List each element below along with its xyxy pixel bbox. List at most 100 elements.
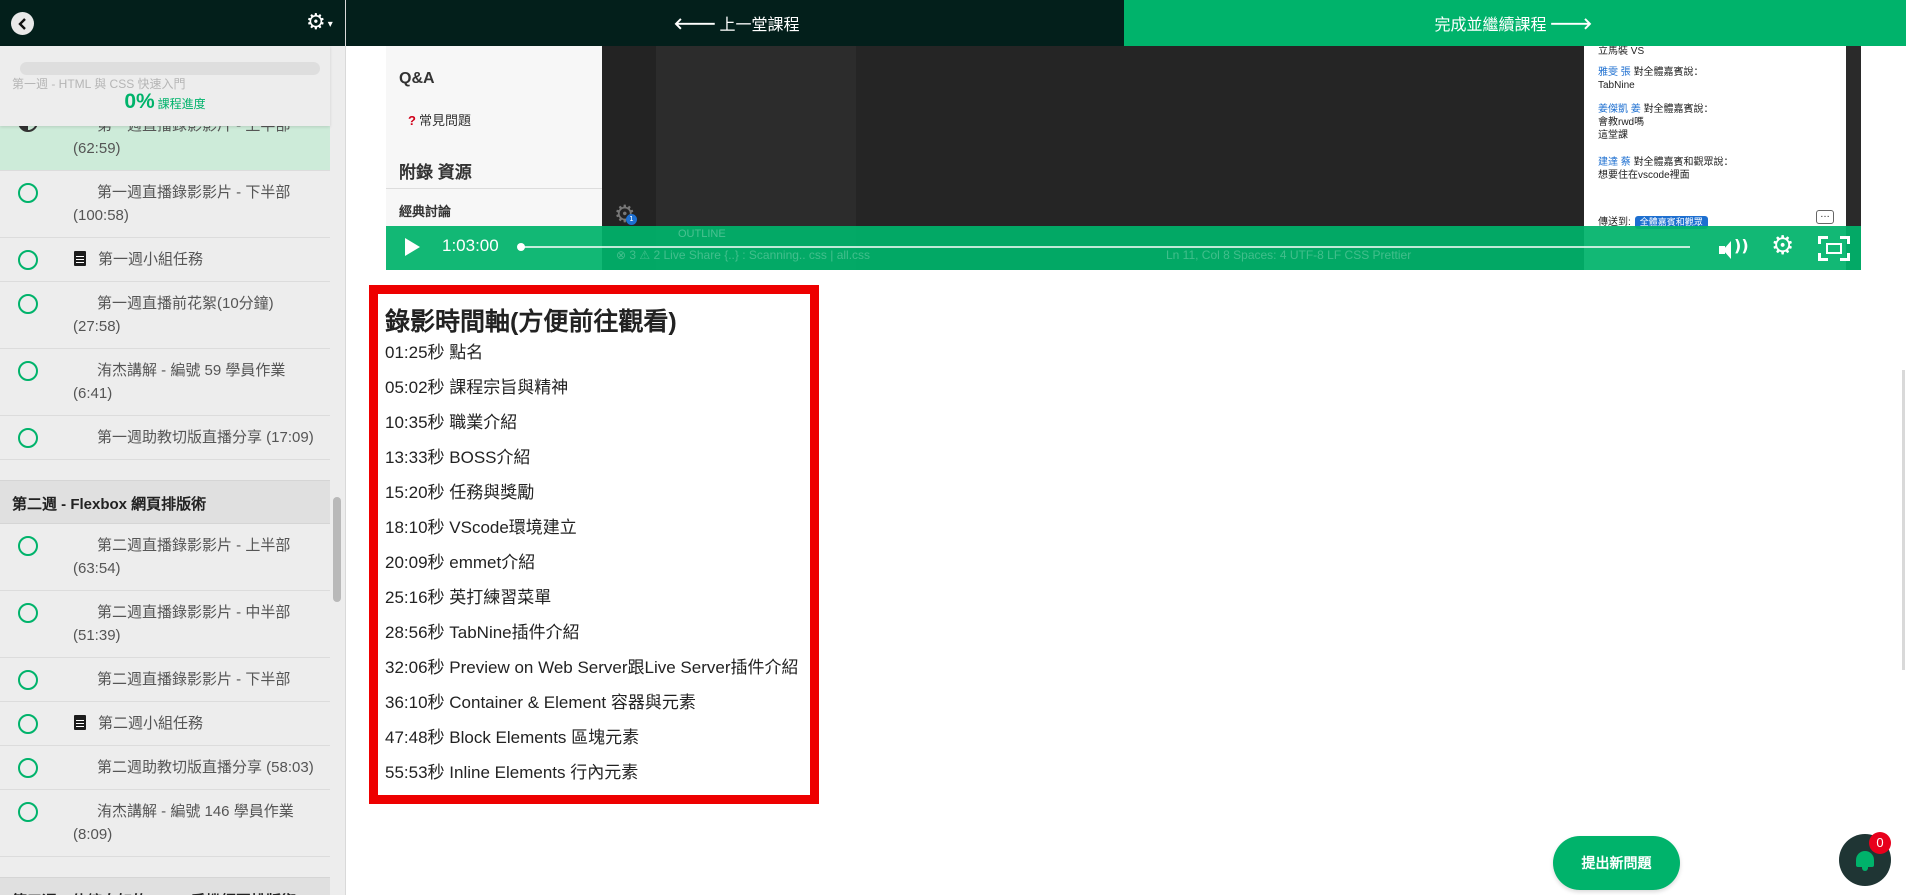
chevron-left-icon [17, 17, 26, 30]
lesson-item[interactable]: 第一週助教切版直播分享 (17:09) [0, 416, 330, 460]
chat-suffix: 對全體嘉賓和觀眾說： [1633, 157, 1734, 168]
incomplete-circle-icon [18, 603, 38, 623]
lesson-item[interactable]: 洧杰講解 - 編號 146 學員作業 (8:09) [0, 790, 330, 857]
timeline-entry: 55:53秒 Inline Elements 行內元素 [385, 763, 639, 782]
timeline-entry: 25:16秒 英打練習菜單 [385, 588, 552, 607]
previous-lesson-button[interactable]: 🡐 上一堂課程 [346, 0, 1124, 46]
incomplete-circle-icon [18, 758, 38, 778]
timeline-entry: 10:35秒 職業介紹 [385, 413, 518, 432]
course-progress: 第一週 - HTML 與 CSS 快速入門 0% 課程進度 [0, 46, 330, 126]
chat-message: 立馬裝 VS [1598, 46, 1644, 58]
video-settings-button[interactable]: ⚙ [1771, 233, 1794, 259]
video-frame-statusbar-left: ⊗ 3 ⚠ 2 Live Share {..} : Scanning.. css… [616, 248, 871, 262]
page-scrollbar[interactable] [1902, 370, 1905, 670]
lesson-item[interactable]: 第二週小組任務 [0, 702, 330, 746]
timeline-entry: 13:33秒 BOSS介紹 [385, 448, 531, 467]
video-frame-statusbar-right: Ln 11, Col 8 Spaces: 4 UTF-8 LF CSS Pret… [1166, 248, 1412, 262]
video-frame-qa-heading: Q&A [399, 70, 435, 87]
timeline-entry: 28:56秒 TabNine插件介紹 [385, 623, 580, 642]
progress-bar [20, 62, 320, 75]
sidebar-scrollbar[interactable] [333, 497, 341, 602]
lesson-item[interactable]: 第一週直播前花絮(10分鐘) (27:58) [0, 282, 330, 349]
lesson-item[interactable]: 第二週直播錄影影片 - 上半部 (63:54) [0, 524, 330, 591]
play-button[interactable] [405, 238, 420, 256]
fullscreen-corner [1818, 253, 1828, 261]
video-frame-classic-heading: 經典討論 [399, 204, 452, 219]
timeline-entry: 32:06秒 Preview on Web Server跟Live Server… [385, 658, 799, 677]
course-sidebar: ⚙▾ 第一週 - HTML 與 CSS 快速入門 0%課程進度 第一週直播錄影影… [0, 0, 346, 895]
lesson-item[interactable]: 第二週助教切版直播分享 (58:03) [0, 746, 330, 790]
video-player[interactable]: Q&A ? 常見問題 附錄 資源 經典討論 ⚙ 1 立馬裝 VS 雅雯 張 對全體嘉… [386, 46, 1861, 270]
complete-and-continue-button[interactable]: 完成並繼續課程 🡒 [1124, 0, 1906, 46]
chat-message: 雅雯 張 對全體嘉賓說： TabNine [1598, 66, 1704, 92]
video-controls: OUTLINE ⊗ 3 ⚠ 2 Live Share {..} : Scanni… [386, 226, 1861, 270]
back-button[interactable] [11, 12, 34, 35]
chat-text: 立馬裝 VS [1598, 46, 1645, 57]
chat-text: TabNine [1598, 80, 1635, 91]
gear-icon: ⚙ [1771, 231, 1795, 261]
lesson-item[interactable]: 第二週直播錄影影片 - 中半部 (51:39) [0, 591, 330, 658]
settings-dropdown-button[interactable]: ⚙ ▾ [306, 12, 333, 38]
lesson-item[interactable]: 洧杰講解 - 編號 59 學員作業 (6:41) [0, 349, 330, 416]
incomplete-circle-icon [18, 361, 38, 381]
lesson-title: 第一週直播前花絮(10分鐘) (27:58) [73, 295, 274, 335]
caret-down-icon: ▾ [327, 19, 333, 30]
gear-icon: ⚙ [306, 10, 326, 35]
chat-message: 姜傑凱 姜 對全體嘉賓說： 會教rwd嗎 這堂課 [1598, 103, 1714, 142]
chat-text: 想要住在vscode裡面 [1598, 170, 1690, 181]
lesson-title: 第一週直播錄影影片 - 下半部 (100:58) [73, 184, 291, 224]
video-frame-faq-label: 常見問題 [418, 113, 471, 128]
seek-handle[interactable] [517, 243, 525, 251]
incomplete-circle-icon [18, 714, 38, 734]
video-time: 1:03:00 [442, 236, 499, 255]
lesson-item[interactable]: 第一週直播錄影影片 - 下半部 (100:58) [0, 171, 330, 238]
timeline-entry: 18:10秒 VScode環境建立 [385, 518, 577, 537]
lesson-title: 第一週小組任務 [98, 251, 204, 268]
fullscreen-button[interactable] [1818, 236, 1850, 261]
timeline-entry: 36:10秒 Container & Element 容器與元素 [385, 693, 696, 712]
progress-label: 課程進度 [157, 97, 206, 111]
chat-message: 建達 蔡 對全體嘉賓和觀眾說： 想要住在vscode裡面 [1598, 156, 1734, 182]
lesson-title: 第二週直播錄影影片 - 下半部 [97, 671, 291, 688]
arrow-right-icon: 🡒 [1549, 15, 1593, 33]
timeline-list: 01:25秒 點名 05:02秒 課程宗旨與精神 10:35秒 職業介紹 13:… [385, 343, 810, 798]
lesson-list: 第一週直播錄影影片 - 上半部 (62:59) 第一週直播錄影影片 - 下半部 … [0, 100, 330, 895]
fullscreen-icon [1826, 243, 1842, 254]
fullscreen-corner [1840, 253, 1850, 261]
seek-bar[interactable] [520, 246, 1690, 248]
ask-question-button[interactable]: 提出新問題 [1553, 836, 1680, 890]
bell-icon [1856, 851, 1874, 871]
volume-button[interactable]: )) [1719, 235, 1749, 259]
timeline-entry: 15:20秒 任務與獎勵 [385, 483, 535, 502]
previous-lesson-label: 上一堂課程 [719, 17, 800, 34]
incomplete-circle-icon [18, 250, 38, 270]
lesson-item[interactable]: 第二週直播錄影影片 - 下半部 [0, 658, 330, 702]
section-spacer [0, 857, 330, 877]
lesson-navigation: 🡐 上一堂課程 完成並繼續課程 🡒 [346, 0, 1906, 46]
lesson-item[interactable]: 第一週小組任務 [0, 238, 330, 282]
timeline-entry: 20:09秒 emmet介紹 [385, 553, 536, 572]
chat-text: 會教rwd嗎 這堂課 [1598, 117, 1645, 141]
notification-count-badge: 0 [1869, 832, 1891, 854]
section-title-week2[interactable]: 第二週 - Flexbox 網頁排版術 [0, 480, 330, 524]
chat-sender: 姜傑凱 姜 [1598, 104, 1641, 115]
more-icon: … [1816, 210, 1834, 224]
lesson-title: 第二週直播錄影影片 - 上半部 (63:54) [73, 537, 291, 577]
chat-suffix: 對全體嘉賓說： [1633, 67, 1704, 78]
question-mark-icon: ? [408, 113, 416, 128]
section-spacer [0, 460, 330, 480]
timeline-title: 錄影時間軸(方便前往觀看) [385, 308, 677, 336]
incomplete-circle-icon [18, 802, 38, 822]
notification-button[interactable]: 0 [1839, 832, 1891, 886]
chat-sender: 雅雯 張 [1598, 67, 1631, 78]
arrow-left-icon: 🡐 [673, 15, 717, 33]
section-title-week3[interactable]: 第三週：伸縮自如的 RWD 手機網頁排版術 [0, 877, 330, 895]
lesson-title: 第一週助教切版直播分享 (17:09) [97, 429, 314, 446]
video-frame-outline: OUTLINE [678, 228, 726, 240]
chat-suffix: 對全體嘉賓說： [1643, 104, 1714, 115]
video-frame-gear-icon: ⚙ 1 [614, 200, 637, 228]
sound-waves-icon: )) [1734, 236, 1749, 255]
progress-percent: 0% [124, 90, 155, 113]
lesson-title: 第二週助教切版直播分享 (58:03) [97, 759, 314, 776]
lesson-title: 第二週直播錄影影片 - 中半部 (51:39) [73, 604, 291, 644]
